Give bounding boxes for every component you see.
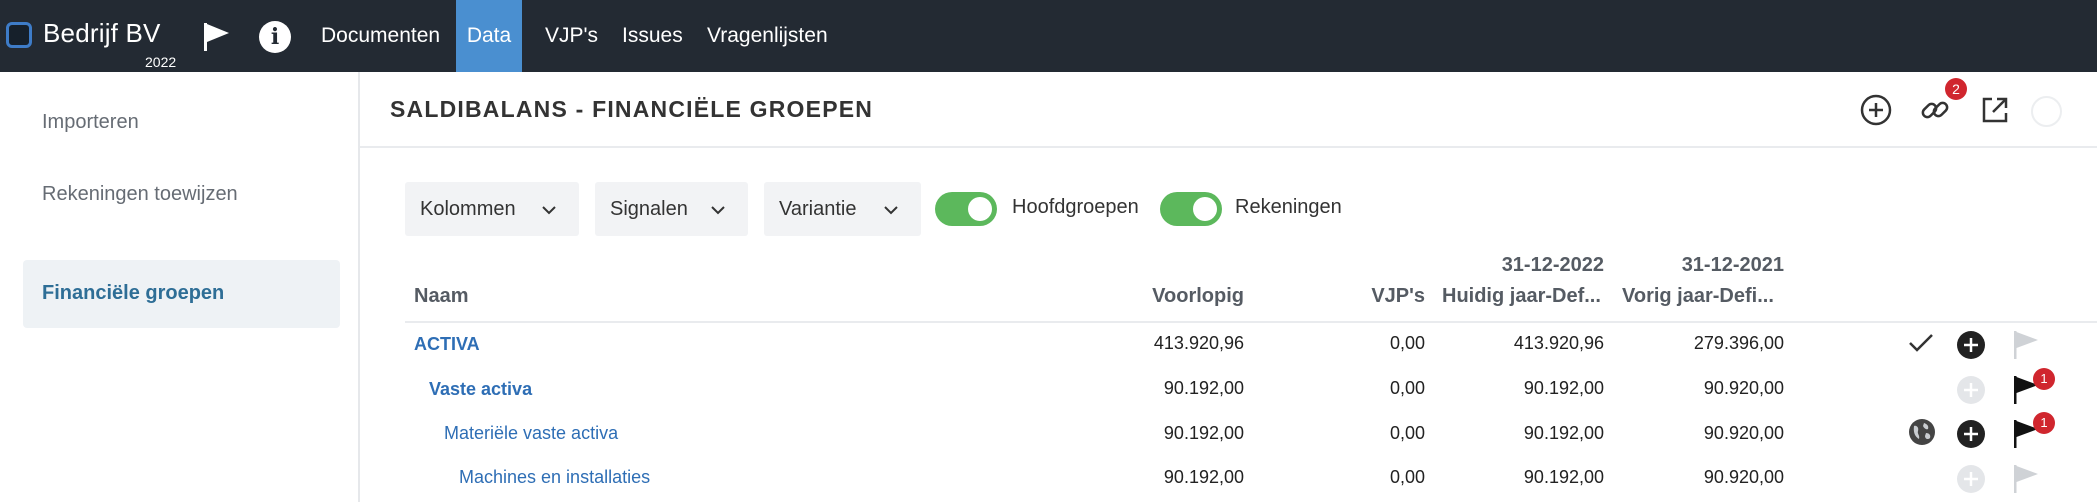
- cell-voorlopig: 90.192,00: [1163, 467, 1244, 487]
- toggle-knob: [968, 197, 992, 221]
- cell-prior: 279.396,00: [1693, 333, 1784, 353]
- add-circle-icon[interactable]: [1956, 419, 1986, 449]
- signalen-label: Signalen: [610, 198, 688, 220]
- info-icon[interactable]: i: [259, 21, 291, 53]
- nav-data[interactable]: Data: [456, 0, 522, 72]
- external-link-icon[interactable]: [1977, 92, 2013, 128]
- kolommen-label: Kolommen: [420, 198, 516, 220]
- flag-icon[interactable]: [202, 22, 232, 52]
- nav-documenten[interactable]: Documenten: [321, 0, 440, 72]
- table-header-divider: [405, 321, 2097, 323]
- row-name-vaste-activa[interactable]: Vaste activa: [429, 379, 532, 400]
- variantie-dropdown[interactable]: Variantie: [764, 182, 921, 236]
- row-name-activa[interactable]: ACTIVA: [414, 334, 480, 355]
- fiscal-year: 2022: [145, 54, 177, 70]
- checkmark-icon: [1909, 334, 1933, 352]
- cell-vjps: 0,00: [1389, 378, 1425, 398]
- status-circle-icon[interactable]: [2031, 96, 2062, 127]
- cell-prior: 90.920,00: [1703, 467, 1784, 487]
- chevron-down-icon: [711, 206, 725, 215]
- rekeningen-toggle[interactable]: [1160, 192, 1222, 226]
- cell-voorlopig: 90.192,00: [1163, 423, 1244, 443]
- column-header-naam[interactable]: Naam: [414, 285, 468, 308]
- globe-icon: [1909, 419, 1935, 445]
- cell-voorlopig: 90.192,00: [1163, 378, 1244, 398]
- column-header-voorlopig[interactable]: Voorlopig: [1100, 285, 1244, 308]
- sidebar-item-label-active[interactable]: Financiële groepen: [42, 282, 224, 305]
- cell-current: 90.192,00: [1523, 467, 1604, 487]
- signalen-dropdown[interactable]: Signalen: [595, 182, 748, 236]
- row-name-machines-en-installaties[interactable]: Machines en installaties: [459, 467, 650, 488]
- add-circle-icon[interactable]: [1956, 330, 1986, 360]
- cell-vjps: 0,00: [1389, 423, 1425, 443]
- flag-count-badge: 1: [2033, 368, 2055, 390]
- hoofdgroepen-label: Hoofdgroepen: [1012, 196, 1139, 218]
- toggle-knob: [1193, 197, 1217, 221]
- variantie-label: Variantie: [779, 198, 857, 220]
- flag-icon[interactable]: [2012, 330, 2042, 360]
- hoofdgroepen-toggle[interactable]: [935, 192, 997, 226]
- column-header-prior-year[interactable]: Vorig jaar-Defi...: [1622, 285, 1774, 308]
- rekeningen-label: Rekeningen: [1235, 196, 1342, 218]
- top-navigation-bar: [0, 0, 2097, 72]
- flag-count-badge: 1: [2033, 412, 2055, 434]
- app-logo-icon[interactable]: [6, 22, 32, 48]
- page-title: SALDIBALANS - FINANCIËLE GROEPEN: [390, 96, 874, 122]
- cell-current: 90.192,00: [1523, 378, 1604, 398]
- cell-prior: 90.920,00: [1703, 423, 1784, 443]
- add-circle-icon[interactable]: [1956, 375, 1986, 405]
- nav-vjps[interactable]: VJP's: [545, 0, 598, 72]
- sidebar-item-rekeningen-toewijzen[interactable]: Rekeningen toewijzen: [42, 183, 238, 206]
- cell-vjps: 0,00: [1389, 333, 1425, 353]
- column-header-current-date: 31-12-2022: [1501, 254, 1604, 276]
- column-header-prior-date: 31-12-2021: [1681, 254, 1784, 276]
- chevron-down-icon: [542, 206, 556, 215]
- nav-vragenlijsten[interactable]: Vragenlijsten: [707, 0, 828, 72]
- cell-vjps: 0,00: [1389, 467, 1425, 487]
- cell-prior: 90.920,00: [1703, 378, 1784, 398]
- link-count-badge: 2: [1945, 78, 1967, 100]
- nav-issues[interactable]: Issues: [622, 0, 683, 72]
- column-header-vjps[interactable]: VJP's: [1300, 285, 1425, 308]
- kolommen-dropdown[interactable]: Kolommen: [405, 182, 579, 236]
- chevron-down-icon: [884, 206, 898, 215]
- column-header-current-year[interactable]: Huidig jaar-Def...: [1442, 285, 1601, 308]
- cell-voorlopig: 413.920,96: [1153, 333, 1244, 353]
- cell-current: 413.920,96: [1513, 333, 1604, 353]
- add-circle-icon[interactable]: [1956, 464, 1986, 494]
- row-name-materiele-vaste-activa[interactable]: Materiële vaste activa: [444, 423, 618, 444]
- company-name[interactable]: Bedrijf BV: [43, 18, 161, 49]
- sidebar-item-importeren[interactable]: Importeren: [42, 111, 139, 134]
- add-circle-icon[interactable]: [1858, 92, 1894, 128]
- link-icon[interactable]: [1917, 92, 1953, 128]
- flag-icon[interactable]: [2012, 464, 2042, 494]
- cell-current: 90.192,00: [1523, 423, 1604, 443]
